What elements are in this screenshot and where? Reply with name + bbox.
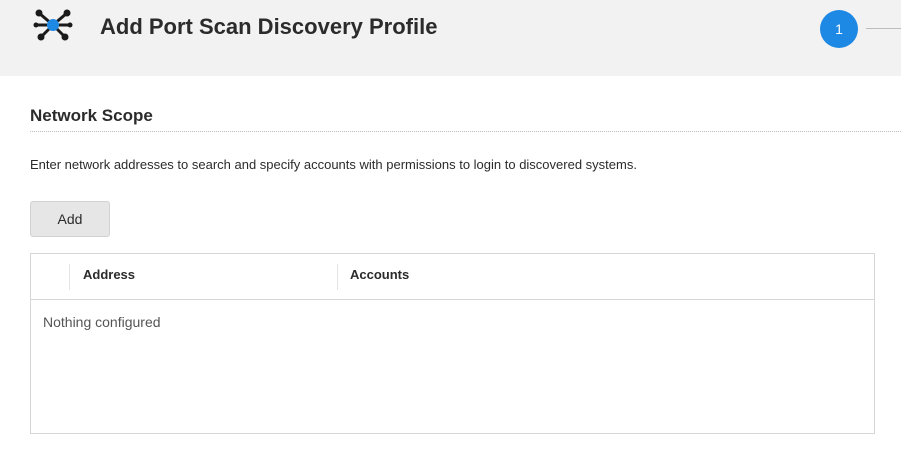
network-discovery-icon: [33, 7, 73, 43]
column-header-accounts[interactable]: Accounts: [350, 267, 409, 282]
step-connector: [866, 28, 901, 29]
column-separator[interactable]: [337, 264, 338, 290]
network-scope-table: Address Accounts Nothing configured: [30, 253, 875, 434]
section-description: Enter network addresses to search and sp…: [30, 157, 637, 172]
step-indicator[interactable]: 1: [820, 10, 858, 48]
column-separator[interactable]: [69, 264, 70, 290]
add-button[interactable]: Add: [30, 201, 110, 237]
page-title: Add Port Scan Discovery Profile: [100, 14, 438, 39]
section-title: Network Scope: [30, 106, 153, 125]
column-header-address[interactable]: Address: [83, 267, 135, 282]
empty-state-text: Nothing configured: [43, 314, 161, 330]
section-divider: [30, 131, 901, 132]
page-header: Add Port Scan Discovery Profile 1: [0, 0, 901, 76]
table-header: Address Accounts: [31, 254, 874, 300]
